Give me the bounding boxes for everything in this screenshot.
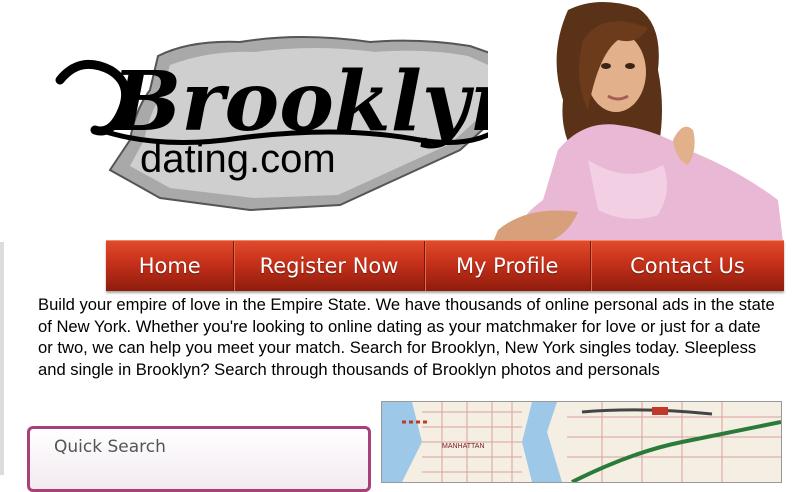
nav-my-profile-label: My Profile xyxy=(455,254,559,278)
brooklyn-map-image[interactable]: MANHATTAN xyxy=(381,401,782,483)
quick-search-panel: Quick Search xyxy=(27,426,371,492)
header-model-photo xyxy=(488,0,799,242)
intro-paragraph: Build your empire of love in the Empire … xyxy=(38,295,775,379)
logo-domain: dating.com xyxy=(140,137,336,181)
nav-my-profile[interactable]: My Profile xyxy=(425,241,591,291)
site-header: Brooklyn dating.com xyxy=(0,0,799,242)
logo-graphic: Brooklyn dating.com xyxy=(55,36,529,212)
map-label-manhattan: MANHATTAN xyxy=(442,443,485,450)
nav-home-label: Home xyxy=(138,254,201,278)
map-graphic: MANHATTAN xyxy=(382,402,781,482)
nav-home[interactable]: Home xyxy=(106,241,235,291)
logo-wordmark: Brooklyn xyxy=(110,54,529,150)
nav-register-now[interactable]: Register Now xyxy=(234,241,425,291)
brooklyn-dating-logo[interactable]: Brooklyn dating.com xyxy=(40,20,540,220)
nav-register-now-label: Register Now xyxy=(259,254,399,278)
nav-contact-us-label: Contact Us xyxy=(630,254,745,278)
nav-contact-us[interactable]: Contact Us xyxy=(591,241,784,291)
model-photo-graphic xyxy=(488,0,799,242)
quick-search-title: Quick Search xyxy=(54,437,166,457)
main-nav: Home Register Now My Profile Contact Us xyxy=(106,240,784,291)
